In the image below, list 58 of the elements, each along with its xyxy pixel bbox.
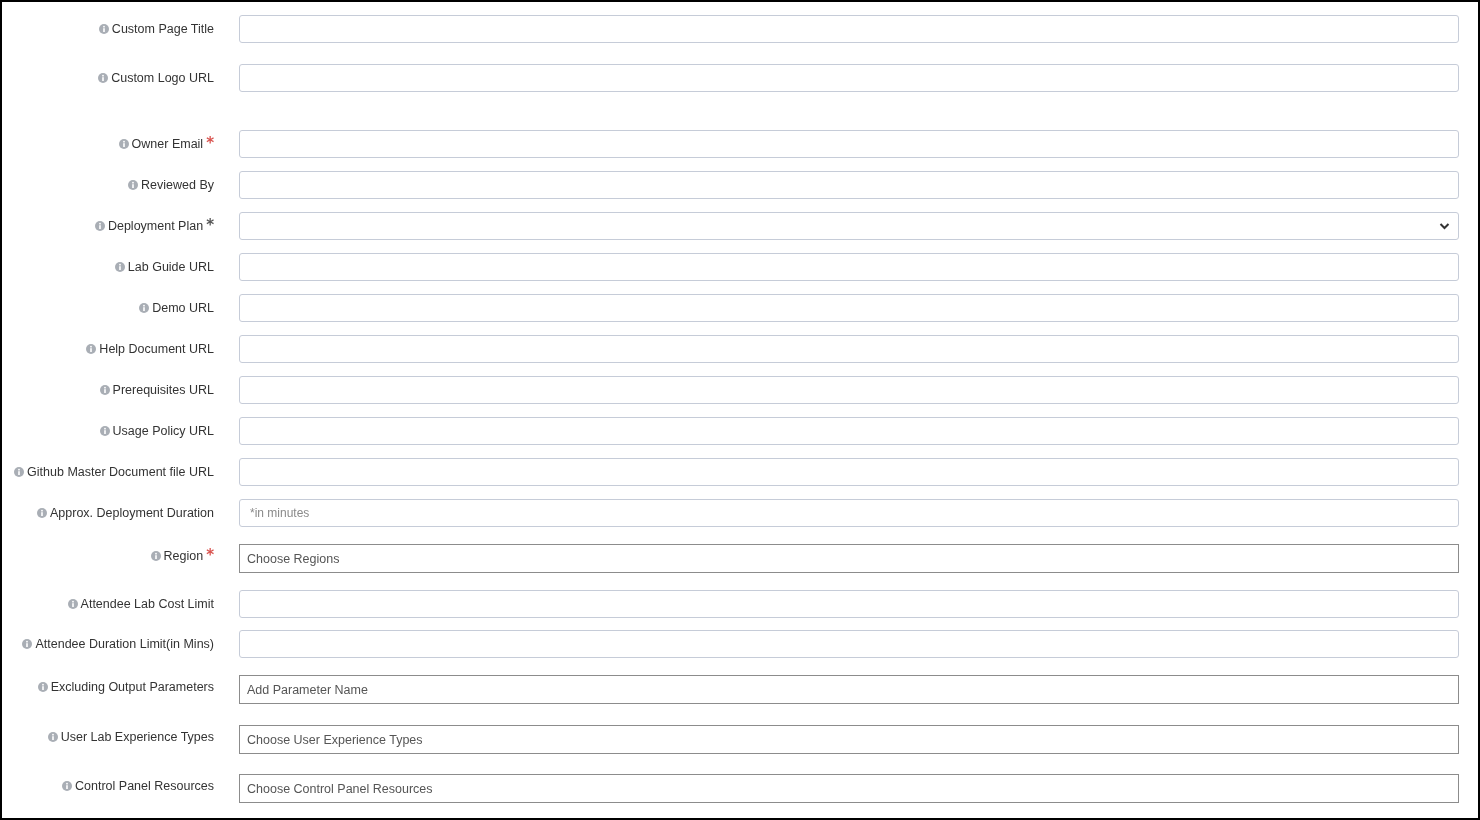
- field-label: Usage Policy URL: [112, 424, 214, 438]
- input-field[interactable]: [239, 253, 1459, 281]
- input-field[interactable]: [239, 335, 1459, 363]
- field-label: Region: [163, 549, 204, 563]
- required-mark: *: [206, 137, 214, 149]
- input-field[interactable]: [239, 630, 1459, 658]
- info-icon[interactable]: [67, 599, 78, 609]
- info-icon[interactable]: [86, 344, 97, 354]
- field-label: Help Document URL: [99, 342, 214, 356]
- input-field[interactable]: [239, 294, 1459, 322]
- info-icon[interactable]: [14, 467, 25, 477]
- field-label: Approx. Deployment Duration: [50, 506, 214, 520]
- input-field[interactable]: [239, 376, 1459, 404]
- input-field[interactable]: [239, 130, 1459, 158]
- info-icon[interactable]: [98, 24, 109, 34]
- chevron-down-icon: [1439, 222, 1450, 230]
- field-label: User Lab Experience Types: [60, 730, 214, 744]
- info-icon[interactable]: [99, 426, 110, 436]
- info-icon[interactable]: [22, 639, 33, 649]
- info-icon[interactable]: [37, 508, 47, 518]
- multiselect-field[interactable]: Choose Control Panel Resources: [239, 774, 1459, 803]
- field-label: Attendee Duration Limit(in Mins): [35, 637, 214, 651]
- info-icon[interactable]: [118, 139, 129, 149]
- required-mark: *: [206, 219, 214, 231]
- field-label: Deployment Plan: [107, 219, 204, 233]
- field-label: Custom Page Title: [111, 22, 214, 36]
- input-field[interactable]: *in minutes: [239, 499, 1459, 527]
- field-label: Prerequisites URL: [112, 383, 214, 397]
- field-label: Lab Guide URL: [127, 260, 214, 274]
- info-icon[interactable]: [94, 221, 105, 231]
- info-icon[interactable]: [114, 262, 125, 272]
- info-icon[interactable]: [139, 303, 150, 313]
- multiselect-field[interactable]: Choose Regions: [239, 544, 1459, 573]
- field-label: Control Panel Resources: [75, 779, 214, 793]
- dropdown[interactable]: [239, 212, 1459, 240]
- input-field[interactable]: [239, 15, 1459, 43]
- required-mark: *: [206, 549, 214, 561]
- field-label: Demo URL: [152, 301, 214, 315]
- input-field[interactable]: [239, 417, 1459, 445]
- input-field[interactable]: [239, 64, 1459, 92]
- info-icon[interactable]: [37, 682, 48, 692]
- field-label: Reviewed By: [141, 178, 214, 192]
- info-icon[interactable]: [98, 73, 109, 83]
- info-icon[interactable]: [128, 180, 139, 190]
- info-icon[interactable]: [99, 385, 110, 395]
- multiselect-field[interactable]: Choose User Experience Types: [239, 725, 1459, 754]
- field-label: Attendee Lab Cost Limit: [80, 597, 214, 611]
- info-icon[interactable]: [62, 781, 73, 791]
- field-label: Github Master Document file URL: [27, 465, 214, 479]
- field-label: Owner Email: [131, 137, 204, 151]
- input-field[interactable]: [239, 590, 1459, 618]
- field-label: Custom Logo URL: [111, 71, 214, 85]
- input-field[interactable]: [239, 171, 1459, 199]
- input-field[interactable]: [239, 458, 1459, 486]
- multiselect-field[interactable]: Add Parameter Name: [239, 675, 1459, 704]
- info-icon[interactable]: [150, 551, 161, 561]
- info-icon[interactable]: [47, 732, 58, 742]
- field-label: Excluding Output Parameters: [50, 680, 214, 694]
